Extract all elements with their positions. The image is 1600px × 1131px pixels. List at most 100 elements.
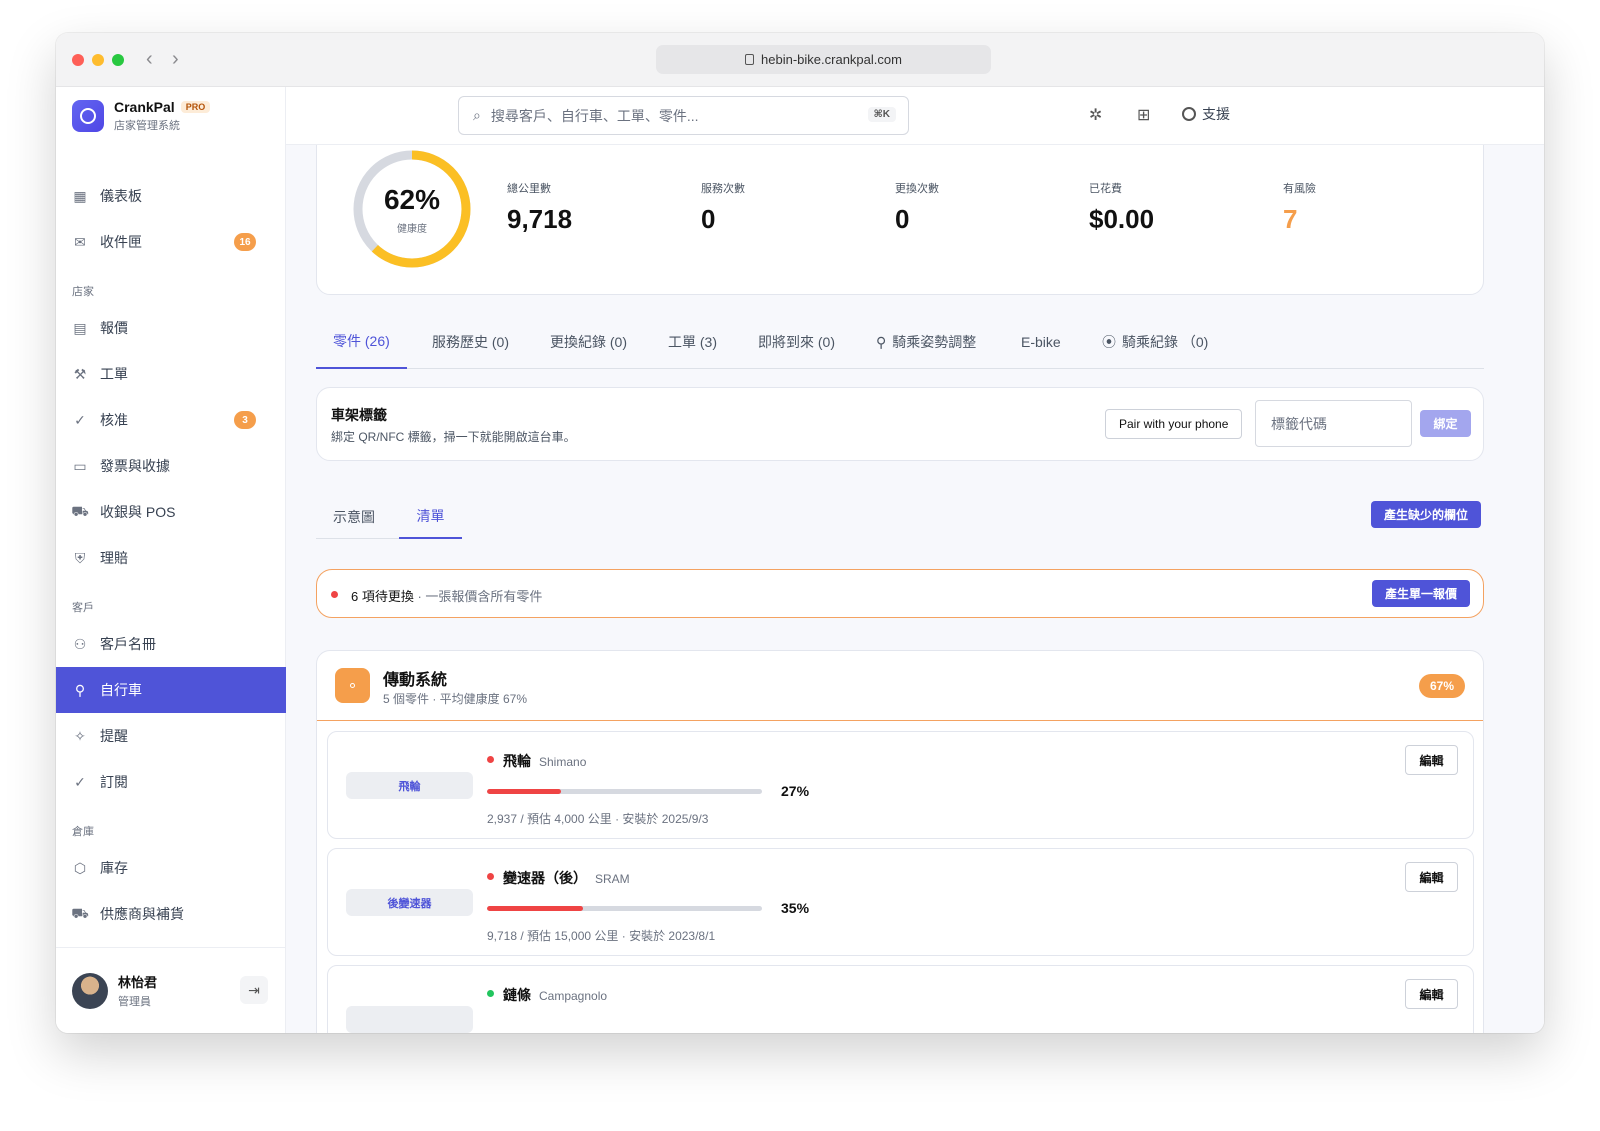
part-row: 後變速器 變速器（後） SRAM 35% 9,718 / 預估 15,000 公里… xyxy=(327,848,1474,956)
sidebar-item-work-orders[interactable]: ⚒ 工單 xyxy=(56,351,286,397)
part-meta: 2,937 / 預估 4,000 公里 · 安裝於 2025/9/3 xyxy=(487,812,709,826)
pending-replacement-alert: 6 項待更換 · 一張報價含所有零件 產生單一報價 xyxy=(316,569,1484,618)
sidebar-item-label: 發票與收據 xyxy=(100,458,170,474)
edit-part-button[interactable]: 編輯 xyxy=(1405,979,1458,1009)
tab-replacements[interactable]: 更換紀錄 (0) xyxy=(550,315,627,369)
bug-icon[interactable]: ✲ xyxy=(1089,105,1102,125)
stat-label: 已花費 xyxy=(1089,183,1122,195)
tag-code-input[interactable]: 標籤代碼 xyxy=(1255,400,1412,447)
pro-badge: PRO xyxy=(180,101,211,113)
edit-part-button[interactable]: 編輯 xyxy=(1405,745,1458,775)
part-name: 變速器（後） xyxy=(503,870,587,886)
brand[interactable]: CrankPal PRO 店家管理系統 xyxy=(72,99,211,133)
alert-status-dot xyxy=(331,591,338,598)
part-brand: SRAM xyxy=(595,872,630,886)
part-status-dot xyxy=(487,756,494,763)
view-subtabs: 示意圖 清單 xyxy=(316,495,462,539)
frame-tag-description: 綁定 QR/NFC 標籤，掃一下就能開啟這台車。 xyxy=(331,430,576,444)
stat-value: $0.00 xyxy=(1089,204,1155,234)
back-arrow-icon[interactable]: ‹ xyxy=(146,47,153,71)
brand-name: CrankPal xyxy=(114,99,175,115)
book-icon[interactable]: ⊞ xyxy=(1137,105,1150,125)
sidebar-item-approvals[interactable]: ✓ 核准 3 xyxy=(56,397,286,443)
tab-ebike[interactable]: E-bike xyxy=(1021,315,1061,369)
tab-upcoming[interactable]: 即將到來 (0) xyxy=(758,315,835,369)
stat-at-risk: 有風險 7 xyxy=(1283,180,1316,235)
pair-phone-button[interactable]: Pair with your phone xyxy=(1105,409,1243,439)
sparkle-icon: ✧ xyxy=(74,727,86,744)
group-header[interactable]: 傳動系統 5 個零件 · 平均健康度 67% 67% xyxy=(317,651,1483,721)
tab-service-history[interactable]: 服務歷史 (0) xyxy=(432,315,509,369)
sidebar-item-label: 提醒 xyxy=(100,728,128,744)
sidebar-item-pos[interactable]: ⛟ 收銀與 POS xyxy=(56,489,286,535)
part-status-dot xyxy=(487,990,494,997)
stat-label: 總公里數 xyxy=(507,183,551,195)
generate-single-quote-button[interactable]: 產生單一報價 xyxy=(1371,580,1470,607)
tab-bike-fit[interactable]: ⚲ 騎乘姿勢調整 xyxy=(876,315,976,369)
forward-arrow-icon[interactable]: › xyxy=(172,47,179,71)
part-health-bar xyxy=(487,789,762,794)
edit-part-button[interactable]: 編輯 xyxy=(1405,862,1458,892)
sidebar-item-quotes[interactable]: ▤ 報價 xyxy=(56,305,286,351)
alert-detail: · 一張報價含所有零件 xyxy=(413,589,543,604)
sidebar-item-dashboard[interactable]: ▦ 儀表板 xyxy=(56,173,286,219)
group-subtitle: 5 個零件 · 平均健康度 67% xyxy=(383,692,528,706)
url-text: hebin-bike.crankpal.com xyxy=(761,52,902,67)
sidebar-item-reminders[interactable]: ✧ 提醒 xyxy=(56,713,286,759)
search-input[interactable]: ⌕ 搜尋客戶、自行車、工單、零件... ⌘K xyxy=(458,96,909,135)
sidebar-item-label: 客戶名冊 xyxy=(100,636,156,652)
sidebar-item-claims[interactable]: ⛨ 理賠 xyxy=(56,535,286,581)
address-bar[interactable]: hebin-bike.crankpal.com xyxy=(656,45,991,74)
sidebar-item-customers[interactable]: ⚇ 客戶名冊 xyxy=(56,621,286,667)
bind-tag-button[interactable]: 綁定 xyxy=(1420,410,1471,437)
logout-icon[interactable]: ⇥ xyxy=(240,976,268,1004)
inbox-icon: ✉ xyxy=(74,233,86,250)
banknote-icon: ▭ xyxy=(73,457,87,474)
support-label: 支援 xyxy=(1202,106,1230,122)
part-health-percent: 35% xyxy=(781,900,810,916)
drivetrain-group-card: 傳動系統 5 個零件 · 平均健康度 67% 67% 飛輪 飛輪 Shimano … xyxy=(316,650,1484,1033)
main-content: 62% 健康度 總公里數 9,718 服務次數 0 更換次數 0 已花費 $0.… xyxy=(286,145,1544,1033)
sidebar-item-inbox[interactable]: ✉ 收件匣 16 xyxy=(56,219,286,265)
tab-work-orders[interactable]: 工單 (3) xyxy=(668,315,717,369)
tab-label: 騎乘紀錄 （0) xyxy=(1122,334,1209,350)
tab-label: 工單 (3) xyxy=(668,334,717,350)
sidebar-item-label: 收件匣 xyxy=(100,234,142,250)
topbar: ⌕ 搜尋客戶、自行車、工單、零件... ⌘K ✲ ⊞ 支援 xyxy=(286,87,1544,145)
page-icon xyxy=(745,54,755,65)
support-button[interactable]: 支援 xyxy=(1182,104,1230,124)
part-category-chip: 後變速器 xyxy=(346,889,473,916)
bike-icon: ⚲ xyxy=(876,333,887,350)
subtab-list[interactable]: 清單 xyxy=(399,495,462,539)
close-window-button[interactable] xyxy=(72,54,84,66)
group-title: 傳動系統 xyxy=(383,672,448,689)
generate-missing-fields-button[interactable]: 產生缺少的欄位 xyxy=(1371,501,1482,528)
frame-tag-title: 車架標籤 xyxy=(331,407,387,423)
document-icon: ▤ xyxy=(73,319,87,336)
frame-tag-card: 車架標籤 綁定 QR/NFC 標籤，掃一下就能開啟這台車。 Pair with … xyxy=(316,387,1484,461)
cart-icon: ⛟ xyxy=(71,502,89,519)
sidebar-item-label: 儀表板 xyxy=(100,188,142,204)
grid-icon: ▦ xyxy=(73,187,87,204)
lifebuoy-icon xyxy=(1182,107,1196,121)
wrench-icon: ⚒ xyxy=(73,365,87,382)
stat-total-km: 總公里數 9,718 xyxy=(507,180,572,235)
stat-label: 更換次數 xyxy=(895,183,939,195)
sidebar-item-invoices[interactable]: ▭ 發票與收據 xyxy=(56,443,286,489)
truck-icon: ⛟ xyxy=(71,904,89,921)
tab-parts[interactable]: 零件 (26) xyxy=(316,315,407,369)
sidebar-item-subscriptions[interactable]: ✓ 訂閱 xyxy=(56,759,286,805)
sidebar-item-bikes[interactable]: ⚲ 自行車 xyxy=(56,667,286,713)
sidebar-item-suppliers[interactable]: ⛟ 供應商與補貨 xyxy=(56,891,286,937)
health-label: 健康度 xyxy=(397,223,427,235)
sidebar-item-label: 訂閱 xyxy=(100,774,128,790)
avatar[interactable] xyxy=(72,972,108,1009)
tab-ride-log[interactable]: ⦿ 騎乘紀錄 （0) xyxy=(1102,315,1208,369)
stat-label: 有風險 xyxy=(1283,183,1316,195)
sidebar-item-inventory[interactable]: ⬡ 庫存 xyxy=(56,845,286,891)
stat-spent: 已花費 $0.00 xyxy=(1089,180,1154,235)
subtab-diagram[interactable]: 示意圖 xyxy=(316,495,392,539)
minimize-window-button[interactable] xyxy=(92,54,104,66)
maximize-window-button[interactable] xyxy=(112,54,124,66)
part-brand: Campagnolo xyxy=(539,989,608,1003)
